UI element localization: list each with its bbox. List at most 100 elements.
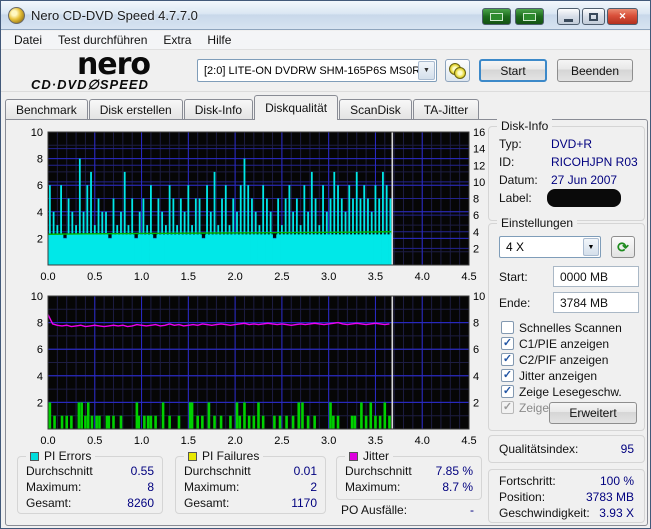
- advanced-button[interactable]: Erweitert: [549, 402, 637, 424]
- settings-title: Einstellungen: [497, 216, 577, 230]
- svg-text:6: 6: [37, 180, 43, 192]
- pi-failures-stats-group: PI Failures Durchschnitt0.01 Maximum:2 G…: [175, 456, 326, 514]
- tab-strip: Benchmark Disk erstellen Disk-Info Diskq…: [5, 95, 648, 120]
- svg-text:10: 10: [31, 127, 43, 139]
- svg-text:4.5: 4.5: [461, 435, 476, 447]
- stat-value: 7.85 %: [436, 464, 473, 478]
- app-window: Nero CD-DVD Speed 4.7.7.0 ✕ Datei Test d…: [0, 0, 651, 529]
- po-failures-label: PO Ausfälle:: [341, 503, 407, 517]
- stat-value: 2: [310, 480, 317, 494]
- svg-text:4: 4: [37, 207, 43, 219]
- redacted-label-value: [547, 189, 621, 207]
- chevron-down-icon[interactable]: ▼: [583, 238, 599, 256]
- scan-start-input[interactable]: [553, 266, 639, 287]
- position-value: 3783 MB: [586, 490, 634, 504]
- quality-index-group: Qualitätsindex: 95: [488, 435, 645, 463]
- speed-value: 3.93 X: [599, 506, 634, 520]
- po-failures-row: PO Ausfälle: -: [336, 503, 482, 519]
- scan-end-input[interactable]: [553, 292, 639, 313]
- menu-datei[interactable]: Datei: [7, 31, 49, 49]
- disk-id-value: RICOHJPN R03: [551, 155, 638, 169]
- chevron-down-icon[interactable]: ▼: [418, 61, 435, 80]
- checkbox-show-read-speed[interactable]: Zeige Lesegeschw.: [501, 384, 622, 399]
- title-bar[interactable]: Nero CD-DVD Speed 4.7.7.0 ✕: [1, 1, 651, 30]
- maximize-button[interactable]: [582, 8, 605, 25]
- cddvd-speed-logo-text: CD·DVD∅SPEED: [31, 78, 196, 91]
- drive-select[interactable]: [2:0] LITE-ON DVDRW SHM-165P6S MS0R ▼: [197, 59, 437, 82]
- menu-extra[interactable]: Extra: [156, 31, 198, 49]
- svg-text:4: 4: [37, 371, 43, 383]
- checkbox-label: Zeige Lesegeschw.: [519, 385, 622, 399]
- app-icon: [8, 7, 25, 24]
- tab-diskqualitaet[interactable]: Diskqualität: [254, 95, 338, 120]
- start-button[interactable]: Start: [479, 59, 547, 82]
- svg-text:8: 8: [37, 318, 43, 330]
- svg-text:2.0: 2.0: [227, 435, 242, 447]
- checkbox-icon: [501, 369, 514, 382]
- close-icon: ✕: [619, 11, 627, 22]
- close-button[interactable]: ✕: [607, 8, 638, 25]
- disk-id-label: ID:: [499, 155, 514, 169]
- stat-label: Gesamt:: [184, 496, 229, 510]
- svg-text:1.0: 1.0: [134, 435, 149, 447]
- refresh-button[interactable]: ⟳: [611, 236, 635, 258]
- svg-text:2.5: 2.5: [274, 435, 289, 447]
- quit-button[interactable]: Beenden: [557, 59, 633, 82]
- pi-failures-legend-icon: [188, 452, 197, 461]
- pi-errors-title: PI Errors: [44, 449, 91, 463]
- pi-failures-title: PI Failures: [202, 449, 259, 463]
- checkbox-icon: [501, 385, 514, 398]
- checkbox-icon: [501, 401, 514, 414]
- minimize-icon: [564, 19, 573, 22]
- save-button[interactable]: [515, 8, 544, 25]
- svg-text:2: 2: [473, 243, 479, 255]
- checkbox-fast-scan[interactable]: Schnelles Scannen: [501, 320, 622, 335]
- menu-hilfe[interactable]: Hilfe: [200, 31, 238, 49]
- svg-text:2: 2: [37, 397, 43, 409]
- speed-select-value: 4 X: [500, 240, 583, 254]
- tab-scandisk[interactable]: ScanDisk: [339, 99, 412, 120]
- jitter-legend-icon: [349, 452, 358, 461]
- svg-text:8: 8: [473, 194, 479, 206]
- refresh-icon: ⟳: [617, 239, 629, 256]
- tab-ta-jitter[interactable]: TA-Jitter: [413, 99, 479, 120]
- checkbox-icon: [501, 321, 514, 334]
- minimize-button[interactable]: [557, 8, 580, 25]
- disk-info-group: Disk-Info Typ:DVD+R ID:RICOHJPN R03 Datu…: [488, 126, 645, 221]
- position-label: Position:: [499, 490, 545, 504]
- tab-disk-erstellen[interactable]: Disk erstellen: [89, 99, 183, 120]
- checkbox-jitter[interactable]: Jitter anzeigen: [501, 368, 597, 383]
- quality-index-label: Qualitätsindex:: [499, 442, 578, 456]
- checkbox-label: C2/PIF anzeigen: [519, 353, 608, 367]
- stat-label: Maximum:: [26, 480, 81, 494]
- svg-text:2.5: 2.5: [274, 271, 289, 283]
- disc-icon: [454, 67, 466, 79]
- svg-text:4.5: 4.5: [461, 271, 476, 283]
- disk-date-label: Datum:: [499, 173, 538, 187]
- stat-label: Durchschnitt: [345, 464, 412, 478]
- svg-text:14: 14: [473, 144, 485, 156]
- checkbox-label: Jitter anzeigen: [519, 369, 597, 383]
- pi-errors-chart: 2468102468101214160.00.51.01.52.02.53.03…: [9, 125, 489, 285]
- pi-errors-legend-icon: [30, 452, 39, 461]
- disk-type-value: DVD+R: [551, 137, 592, 151]
- screenshot-button[interactable]: [482, 8, 511, 25]
- svg-text:2: 2: [37, 233, 43, 245]
- speed-select[interactable]: 4 X ▼: [499, 236, 601, 258]
- stat-label: Durchschnitt: [26, 464, 93, 478]
- checkbox-c2-pif[interactable]: C2/PIF anzeigen: [501, 352, 608, 367]
- eject-disc-button[interactable]: [445, 59, 470, 82]
- stat-label: Maximum:: [345, 480, 400, 494]
- checkbox-label: C1/PIE anzeigen: [519, 337, 609, 351]
- scan-end-label: Ende:: [499, 296, 530, 310]
- tab-disk-info[interactable]: Disk-Info: [184, 99, 253, 120]
- checkbox-c1-pie[interactable]: C1/PIE anzeigen: [501, 336, 609, 351]
- tab-benchmark[interactable]: Benchmark: [5, 99, 88, 120]
- settings-group: Einstellungen 4 X ▼ ⟳ Start: Ende: Schne…: [488, 223, 645, 431]
- stat-label: Gesamt:: [26, 496, 71, 510]
- jitter-stats-group: Jitter Durchschnitt7.85 % Maximum:8.7 %: [336, 456, 482, 500]
- progress-group: Fortschritt:100 % Position:3783 MB Gesch…: [488, 469, 645, 523]
- svg-text:1.0: 1.0: [134, 271, 149, 283]
- disk-type-label: Typ:: [499, 137, 522, 151]
- window-title: Nero CD-DVD Speed 4.7.7.0: [31, 8, 198, 23]
